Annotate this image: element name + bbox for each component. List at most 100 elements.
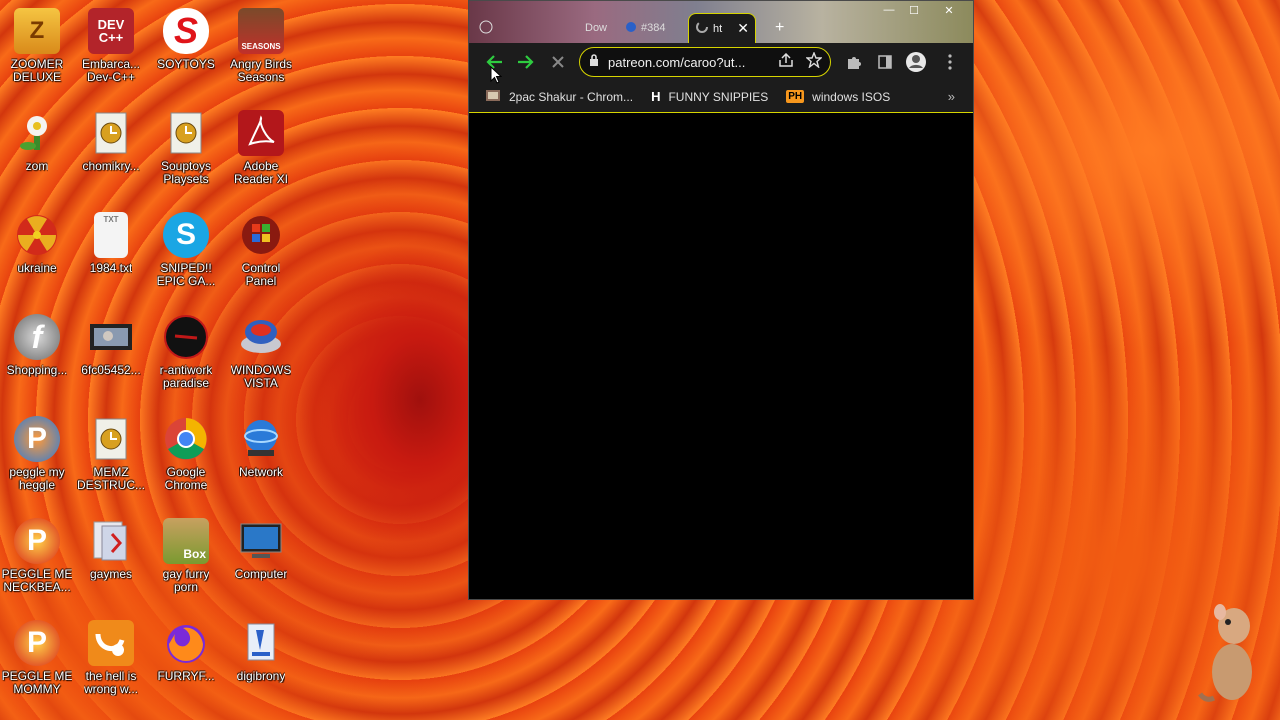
desktop-icon-ukraine[interactable]: ukraine [0,212,76,275]
desktop-icon-digibrony[interactable]: digibrony [222,620,300,683]
bookmark-funny-snippies[interactable]: H FUNNY SNIPPIES [651,89,768,104]
icon-label: r-antiwork paradise [159,364,213,390]
desktop-icon-gay-furry[interactable]: Box gay furry porn [147,518,225,594]
icon-label: Souptoys Playsets [160,160,212,186]
game-folder-icon [88,518,134,564]
clock-file-icon [163,110,209,156]
bookmarks-bar: 2pac Shakur - Chrom... H FUNNY SNIPPIES … [469,81,973,113]
icon-label: PEGGLE ME MOMMY [1,670,73,696]
close-tab-icon[interactable]: ✕ [737,20,749,37]
icon-label: SNIPED!! EPIC GA... [156,262,216,288]
desktop-icon-zom[interactable]: zom [0,110,76,173]
tab-downloads[interactable]: Dow [473,13,607,43]
desktop-icon-shopping[interactable]: f Shopping... [0,314,76,377]
icon-label: Shopping... [6,364,68,377]
desktop-icon-windows-vista[interactable]: WINDOWS VISTA [222,314,300,390]
desktop-icon-souptoys[interactable]: Souptoys Playsets [147,110,225,186]
desktop-icon-gaymes[interactable]: gaymes [72,518,150,581]
kebab-menu-icon [948,54,952,70]
icon-label: peggle my heggle [9,466,65,492]
tab-label: Dow [585,22,608,34]
desktop-icon-memz[interactable]: MEMZ DESTRUC... [72,416,150,492]
profile-button[interactable] [905,51,927,73]
control-panel-icon [238,212,284,258]
icon-label: SOYTOYS [157,58,215,71]
side-panel-button[interactable] [874,51,896,73]
menu-button[interactable] [939,51,961,73]
desktop-icon-sniped[interactable]: S SNIPED!! EPIC GA... [147,212,225,288]
uc-browser-icon [88,620,134,666]
bookmark-windows-isos[interactable]: PH windows ISOS [786,90,890,104]
maximize-button[interactable]: ☐ [904,3,924,17]
tab-label: #384 [641,22,666,34]
desktop-icon-control-panel[interactable]: Control Panel [222,212,300,288]
desktop-icon-peggle-me-neckbea[interactable]: P PEGGLE ME NECKBEA... [0,518,76,594]
puzzle-icon [848,57,861,69]
desktop-icon-chomikry[interactable]: chomikry... [72,110,150,173]
clock-file-icon [88,110,134,156]
ph-favicon-icon: PH [786,90,805,103]
zombie-plant-icon [14,110,60,156]
text-file-icon: TXT [94,212,128,258]
desktop-icon-1984-txt[interactable]: TXT 1984.txt [72,212,150,275]
maximize-icon: ☐ [909,4,919,17]
desktop-icon-peggle-my-heggle[interactable]: P peggle my heggle [0,416,76,492]
network-globe-icon [238,416,284,462]
github-icon [625,21,637,36]
icon-label: zom [25,160,49,173]
tab-label: ht [713,22,723,35]
desktop-icon-dev-cpp[interactable]: DEV C++ Embarca... Dev-C++ [72,8,150,84]
desktop-icon-google-chrome[interactable]: Google Chrome [147,416,225,492]
peggle-icon: P [14,518,60,564]
peggle-icon: P [14,620,60,666]
url-text: patreon.com/caroo?ut... [608,54,746,70]
icon-label: ZOOMER DELUXE [10,58,64,84]
soytoys-icon: S [163,8,209,54]
desktop-icon-the-hell-is-wrong[interactable]: the hell is wrong w... [72,620,150,696]
desktop-icon-peggle-me-mommy[interactable]: P PEGGLE ME MOMMY [0,620,76,696]
browser-toolbar: patreon.com/caroo?ut... [469,43,973,81]
close-window-button[interactable]: ✕ [939,3,959,17]
bookmark-label: windows ISOS [812,89,891,104]
page-content[interactable] [469,114,973,599]
desktop-icon-angry-birds[interactable]: SEASONS Angry Birds Seasons [222,8,300,84]
tab-issue-384[interactable]: #384 [619,13,687,43]
icon-label: Embarca... Dev-C++ [81,58,141,84]
desktop-icon-furryf[interactable]: FURRYF... [147,620,225,683]
icon-label: WINDOWS VISTA [230,364,292,390]
chrome-icon [163,416,209,462]
more-bookmarks-button[interactable]: » [948,89,955,104]
minimize-button[interactable]: — [879,3,899,17]
adobe-reader-icon [238,110,284,156]
icon-label: chomikry... [82,160,140,173]
tab-active[interactable]: ht ✕ [688,13,756,43]
firefox-icon [163,620,209,666]
desktop-icon-r-antiwork[interactable]: r-antiwork paradise [147,314,225,390]
video-thumbnail-icon [88,314,134,360]
new-tab-button[interactable]: + [769,13,789,43]
share-icon[interactable] [778,52,794,72]
globe-icon [479,20,493,37]
icon-label: gay furry porn [162,568,210,594]
bookmark-label: FUNNY SNIPPIES [668,89,769,104]
desktop-icon-computer[interactable]: Computer [222,518,300,581]
extensions-button[interactable] [843,51,865,73]
browser-titlebar[interactable]: Dow #384 ht ✕ + — ☐ ✕ [469,1,973,43]
icon-label: MEMZ DESTRUC... [76,466,145,492]
star-icon[interactable] [805,50,823,73]
desktop-icon-adobe-reader[interactable]: Adobe Reader XI [222,110,300,186]
lock-icon [588,53,600,72]
address-bar[interactable]: patreon.com/caroo?ut... [579,47,831,77]
desktop-icon-6fc05452[interactable]: 6fc05452... [72,314,150,377]
forward-button[interactable] [511,47,541,77]
dev-cpp-icon: DEV C++ [88,8,134,54]
desktop-icon-soytoys[interactable]: S SOYTOYS [147,8,225,71]
desktop-icon-network[interactable]: Network [222,416,300,479]
desktop-mascot-icon[interactable] [1196,602,1266,711]
peggle-icon: P [14,416,60,462]
icon-label: Google Chrome [164,466,208,492]
stop-loading-button[interactable] [543,47,573,77]
desktop-icon-zoomer-deluxe[interactable]: Z ZOOMER DELUXE [0,8,76,84]
computer-monitor-icon [238,518,284,564]
bookmark-2pac[interactable]: 2pac Shakur - Chrom... [485,87,633,106]
